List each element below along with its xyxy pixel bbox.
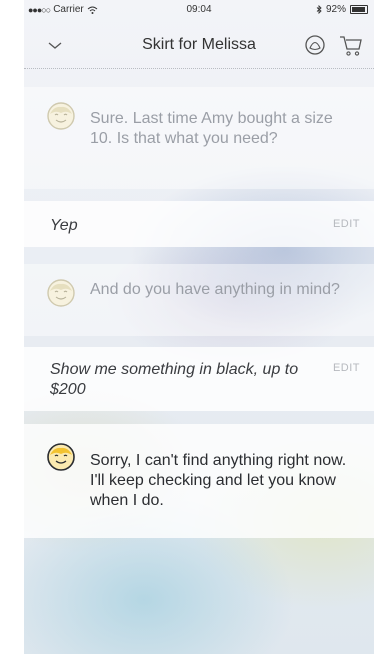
assistant-avatar-icon bbox=[47, 279, 75, 307]
user-message: Yep EDIT bbox=[24, 201, 374, 247]
battery-percent: 92% bbox=[325, 4, 346, 15]
bot-message: Sorry, I can't find anything right now. … bbox=[24, 424, 374, 538]
edit-button[interactable]: EDIT bbox=[333, 218, 360, 230]
battery-icon bbox=[350, 5, 368, 14]
battery-fill bbox=[352, 7, 365, 12]
status-bar: ●●●○○ Carrier 09:04 92% bbox=[24, 0, 374, 20]
battery-group: 92% bbox=[316, 4, 368, 15]
user-message: Show me something in black, up to $200 E… bbox=[24, 347, 374, 411]
bot-message: Sure. Last time Amy bought a size 10. Is… bbox=[24, 87, 374, 189]
bot-message: And do you have anything in mind? bbox=[24, 264, 374, 336]
support-icon[interactable] bbox=[304, 34, 326, 56]
user-message-text: Yep bbox=[50, 217, 78, 234]
bluetooth-icon bbox=[316, 5, 322, 14]
bot-message-text: Sorry, I can't find anything right now. … bbox=[90, 452, 347, 509]
bot-message-text: Sure. Last time Amy bought a size 10. Is… bbox=[90, 110, 333, 147]
bot-message-text: And do you have anything in mind? bbox=[90, 281, 340, 298]
nav-bar: Skirt for Melissa bbox=[24, 22, 374, 69]
cart-icon[interactable] bbox=[338, 34, 364, 58]
phone-screen: ●●●○○ Carrier 09:04 92% Skirt for Meliss… bbox=[24, 0, 374, 654]
user-message-text: Show me something in black, up to $200 bbox=[50, 361, 299, 398]
edit-button[interactable]: EDIT bbox=[333, 362, 360, 374]
assistant-avatar-icon bbox=[47, 443, 75, 471]
assistant-avatar-icon bbox=[47, 102, 75, 130]
